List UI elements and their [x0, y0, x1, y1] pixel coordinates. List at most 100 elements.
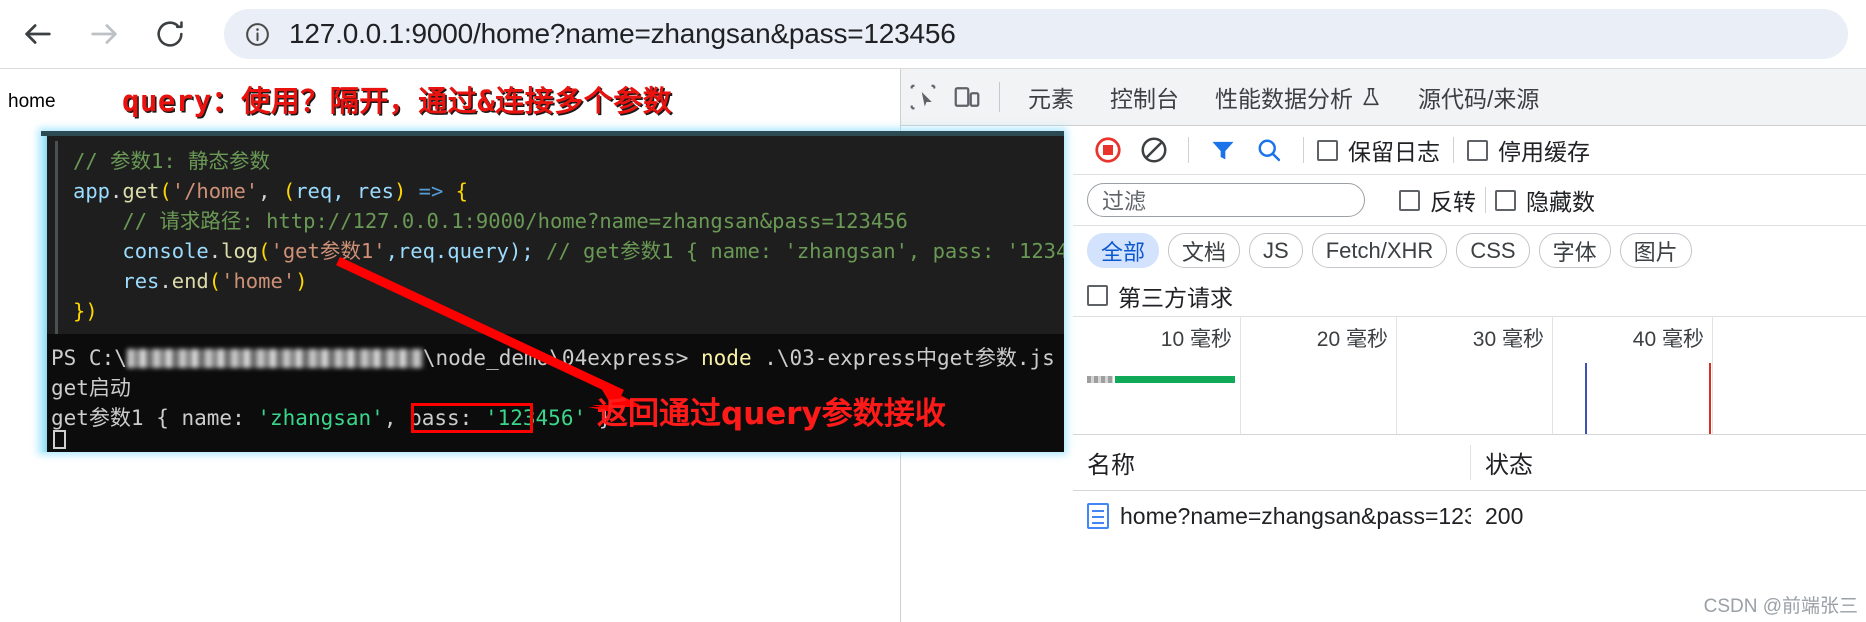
tab-console[interactable]: 控制台 [1092, 69, 1197, 126]
code-paren-2: ( [282, 179, 296, 203]
toolbar-divider-2 [1303, 137, 1304, 163]
record-button[interactable] [1087, 129, 1129, 171]
filter-divider [1485, 187, 1486, 213]
timeline-left-pad [1073, 317, 1085, 434]
terminal-cursor [53, 430, 66, 449]
table-row[interactable]: home?name=zhangsan&pass=123... 200 [1073, 491, 1866, 541]
column-header-status[interactable]: 状态 [1471, 445, 1866, 480]
forward-button[interactable] [76, 6, 132, 62]
terminal-command-args: .\03-express中get参数.js [751, 346, 1055, 370]
requests-table-header: 名称 状态 [1073, 435, 1866, 491]
code-dot-3: . [159, 269, 172, 293]
code-str-home-path: '/home' [171, 179, 259, 203]
watermark: CSDN @前端张三 [1703, 596, 1858, 617]
annotation-arrow-label: 返回通过query参数接收 [597, 396, 946, 432]
disable-cache-checkbox-group[interactable]: 停用缓存 [1467, 133, 1590, 167]
terminal-prompt-prefix: PS C:\ [51, 346, 127, 370]
request-status-cell: 200 [1485, 502, 1524, 529]
terminal-left-accent [41, 334, 47, 452]
reload-button[interactable] [142, 6, 198, 62]
preserve-log-label: 保留日志 [1348, 139, 1440, 165]
disable-cache-label: 停用缓存 [1498, 139, 1590, 165]
chip-css[interactable]: CSS [1456, 233, 1530, 268]
code-brace-open: { [455, 179, 468, 203]
chip-image[interactable]: 图片 [1619, 233, 1692, 268]
chip-font[interactable]: 字体 [1538, 233, 1611, 268]
chip-js[interactable]: JS [1249, 233, 1303, 268]
code-paren-5: ( [208, 269, 222, 293]
tab-sources[interactable]: 源代码/来源 [1400, 69, 1557, 126]
resource-type-chips: 全部 文档 JS Fetch/XHR CSS 字体 图片 [1073, 226, 1866, 275]
code-fn-get: get [122, 179, 160, 203]
site-info-button[interactable] [242, 19, 272, 49]
timeline-cell-4: 40 毫秒 [1553, 317, 1713, 434]
back-button[interactable] [10, 6, 66, 62]
code-paren-3: ) [393, 179, 407, 203]
column-header-name[interactable]: 名称 [1073, 445, 1471, 480]
filter-icon [1212, 141, 1234, 160]
hide-data-urls-checkbox-group[interactable]: 隐藏数 [1495, 183, 1595, 217]
third-party-checkbox[interactable] [1087, 285, 1108, 306]
network-overview-timeline[interactable]: 10 毫秒 20 毫秒 30 毫秒 40 毫秒 [1073, 317, 1866, 435]
code-fn-end: end [171, 269, 209, 293]
code-line-3: // 请求路径: http://127.0.0.1:9000/home?name… [122, 209, 908, 233]
info-icon [245, 22, 269, 46]
invert-checkbox[interactable] [1399, 189, 1420, 211]
preserve-log-checkbox-group[interactable]: 保留日志 [1317, 133, 1440, 167]
device-toolbar-button[interactable] [945, 75, 989, 119]
code-paren-1: ( [159, 179, 172, 203]
request-name-cell[interactable]: home?name=zhangsan&pass=123... [1073, 503, 1471, 530]
page-body-text: home [8, 91, 56, 112]
url-text: 127.0.0.1:9000/home?name=zhangsan&pass=1… [289, 18, 956, 49]
toolbar-divider-3 [1453, 137, 1454, 163]
timeline-tick-4: 40 毫秒 [1632, 328, 1704, 351]
inspect-element-button[interactable] [901, 75, 945, 119]
inspect-element-icon [910, 84, 936, 110]
invert-checkbox-group[interactable]: 反转 [1399, 183, 1476, 217]
timeline-tick-2: 20 毫秒 [1316, 328, 1388, 351]
third-party-row: 第三方请求 [1073, 275, 1866, 317]
editor-indent-guide [55, 141, 58, 334]
filter-button[interactable] [1202, 129, 1244, 171]
timeline-cell-3: 30 毫秒 [1397, 317, 1553, 434]
forward-arrow-icon [91, 24, 117, 44]
chip-doc[interactable]: 文档 [1168, 233, 1241, 268]
timeline-cell-2: 20 毫秒 [1241, 317, 1397, 434]
request-name-text: home?name=zhangsan&pass=123... [1120, 502, 1471, 529]
timeline-bar-queue [1087, 376, 1113, 383]
tab-performance-label: 性能数据分析 [1215, 86, 1353, 112]
tab-elements[interactable]: 元素 [1010, 69, 1092, 126]
timeline-tick-1: 10 毫秒 [1160, 328, 1232, 351]
third-party-checkbox-group[interactable]: 第三方请求 [1087, 279, 1233, 313]
chip-all[interactable]: 全部 [1087, 233, 1160, 268]
third-party-label: 第三方请求 [1118, 284, 1233, 311]
hide-data-urls-checkbox[interactable] [1495, 189, 1516, 211]
chip-fetch-xhr[interactable]: Fetch/XHR [1311, 233, 1448, 268]
timeline-dcl-marker [1585, 363, 1587, 434]
terminal-command-bin: node [701, 346, 752, 370]
network-filter-row: 过滤 反转 隐藏数 [1073, 175, 1866, 226]
code-params: req, res [295, 179, 394, 203]
code-obj-app: app [73, 179, 111, 203]
address-bar[interactable]: 127.0.0.1:9000/home?name=zhangsan&pass=1… [224, 9, 1848, 59]
browser-window: 127.0.0.1:9000/home?name=zhangsan&pass=1… [0, 0, 1866, 622]
editor-left-accent [41, 136, 47, 334]
code-dot-2: . [208, 239, 222, 263]
timeline-tick-3: 30 毫秒 [1472, 328, 1544, 351]
tab-performance[interactable]: 性能数据分析 [1197, 69, 1400, 126]
search-button[interactable] [1248, 129, 1290, 171]
flask-icon [1363, 87, 1379, 106]
clear-button[interactable] [1133, 129, 1175, 171]
filter-input[interactable]: 过滤 [1087, 183, 1365, 217]
code-paren-6: ) [295, 269, 308, 293]
terminal-output-1: get启动 [51, 376, 131, 400]
timeline-bar-download [1115, 376, 1235, 383]
disable-cache-checkbox[interactable] [1467, 139, 1488, 161]
reload-icon [157, 21, 183, 47]
back-arrow-icon [25, 24, 51, 44]
preserve-log-checkbox[interactable] [1317, 139, 1338, 161]
document-icon [1087, 503, 1109, 529]
search-icon [1258, 139, 1281, 162]
code-fn-log: log [221, 239, 259, 263]
network-toolbar: 保留日志 停用缓存 [1073, 126, 1866, 175]
